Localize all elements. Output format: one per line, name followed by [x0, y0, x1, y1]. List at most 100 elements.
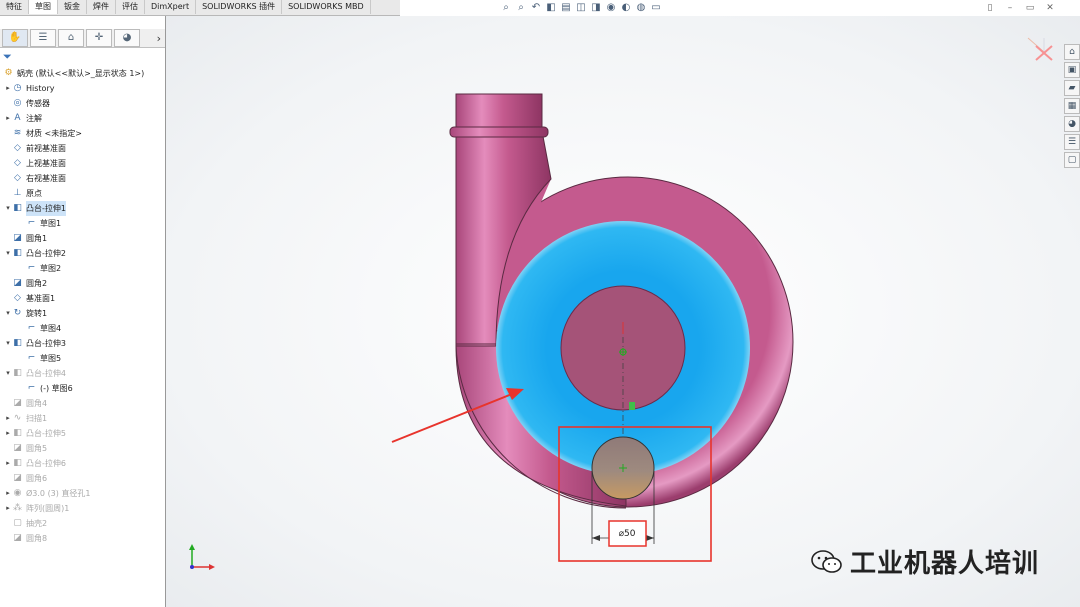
expand-toggle-icon[interactable]: ▾: [4, 366, 12, 381]
dimension-text[interactable]: ⌀50: [619, 529, 636, 539]
zoom-area-icon[interactable]: ⌕: [515, 2, 527, 14]
tree-item[interactable]: ◪ 圆角6: [0, 471, 165, 486]
command-tab[interactable]: SOLIDWORKS 插件: [196, 0, 283, 14]
feature-manager-tabs: ✋ ☰ ⌂ ✛ ◕ ›: [0, 29, 165, 48]
tree-item[interactable]: ▢ 抽壳2: [0, 516, 165, 531]
expand-toggle-icon[interactable]: ▸: [4, 501, 12, 516]
tree-item-label: 凸台-拉伸2: [26, 249, 66, 258]
command-tab[interactable]: 草图: [29, 0, 58, 14]
tree-item-label: 草图1: [40, 219, 62, 228]
palette-icon[interactable]: ▦: [1064, 98, 1080, 114]
close-icon[interactable]: ✕: [1044, 3, 1056, 13]
expand-toggle-icon[interactable]: ▾: [4, 201, 12, 216]
tree-item[interactable]: ◪ 圆角4: [0, 396, 165, 411]
command-tab[interactable]: 焊件: [87, 0, 116, 14]
heads-up-view-toolbar: ⌕ ⌕ ↶ ◧ ▤ ◫ ◨ ◉ ◐ ◍ ▭: [500, 2, 662, 16]
tree-item[interactable]: ⌐ (-) 草图6: [0, 381, 165, 396]
tree-item-label: 凸台-拉伸6: [26, 459, 66, 468]
tree-item[interactable]: ▸ ⁂ 阵列(圆周)1: [0, 501, 165, 516]
tree-item[interactable]: ◇ 前视基准面: [0, 141, 165, 156]
model-canvas[interactable]: ⌀50: [166, 16, 1080, 607]
dynamic-annotation-icon[interactable]: ▤: [560, 2, 572, 14]
custom-properties-icon[interactable]: ☰: [1064, 134, 1080, 150]
tree-item[interactable]: ◪ 圆角5: [0, 441, 165, 456]
command-tab[interactable]: 评估: [116, 0, 145, 14]
tree-item[interactable]: ◇ 基准面1: [0, 291, 165, 306]
expand-toggle-icon[interactable]: ▸: [4, 411, 12, 426]
apply-scene-icon[interactable]: ◍: [635, 2, 647, 14]
tree-item[interactable]: ▸ A 注解: [0, 111, 165, 126]
tree-item-label: 草图4: [40, 324, 62, 333]
previous-view-icon[interactable]: ↶: [530, 2, 542, 14]
tree-item[interactable]: ▾ ↻ 旋转1: [0, 306, 165, 321]
filter-icon[interactable]: ⏷: [3, 50, 12, 64]
tree-item[interactable]: ⊥ 原点: [0, 186, 165, 201]
tree-item[interactable]: ▸ ◧ 凸台-拉伸5: [0, 426, 165, 441]
appearance-icon[interactable]: ◕: [1064, 116, 1080, 132]
property-manager-tab[interactable]: ☰: [30, 29, 56, 47]
tree-item[interactable]: ≋ 材质 <未指定>: [0, 126, 165, 141]
tree-item-label: 传感器: [26, 99, 50, 108]
watermark: 工业机器人培训: [810, 543, 1039, 580]
command-tab[interactable]: 特征: [0, 0, 29, 14]
view-settings-icon[interactable]: ▭: [650, 2, 662, 14]
tree-item[interactable]: ◇ 右视基准面: [0, 171, 165, 186]
part-icon[interactable]: ▣: [1064, 62, 1080, 78]
command-tab[interactable]: SOLIDWORKS MBD: [282, 0, 371, 14]
tree-root[interactable]: ⚙ 蜗壳 (默认<<默认>_显示状态 1>): [0, 66, 165, 81]
tree-item[interactable]: ▾ ◧ 凸台-拉伸1: [0, 201, 165, 216]
expand-toggle-icon[interactable]: ▸: [4, 486, 12, 501]
tree-item[interactable]: ▾ ◧ 凸台-拉伸4: [0, 366, 165, 381]
folder-icon[interactable]: ▰: [1064, 80, 1080, 96]
command-tab[interactable]: DimXpert: [145, 0, 197, 14]
maximize-icon[interactable]: ▭: [1024, 3, 1036, 13]
expand-toggle-icon[interactable]: ▾: [4, 336, 12, 351]
wechat-icon: [811, 549, 842, 573]
tree-item[interactable]: ▸ ◉ Ø3.0 (3) 直径孔1: [0, 486, 165, 501]
hide-show-icon[interactable]: ◉: [605, 2, 617, 14]
tree-item[interactable]: ⌐ 草图1: [0, 216, 165, 231]
tree-item[interactable]: ▸ ◷ History: [0, 81, 165, 96]
home-icon[interactable]: ⌂: [1064, 44, 1080, 60]
display-manager-tab[interactable]: ◕: [114, 29, 140, 47]
display-style-icon[interactable]: ◨: [590, 2, 602, 14]
view-orientation-icon[interactable]: ◫: [575, 2, 587, 14]
feature-manager-tab[interactable]: ✋: [2, 29, 28, 47]
tree-item-label: Ø3.0 (3) 直径孔1: [26, 489, 91, 498]
tree-item[interactable]: ⌐ 草图5: [0, 351, 165, 366]
tree-item[interactable]: ▸ ◧ 凸台-拉伸6: [0, 456, 165, 471]
tree-item[interactable]: ◪ 圆角2: [0, 276, 165, 291]
expand-toggle-icon[interactable]: ▸: [4, 111, 12, 126]
expand-toggle-icon[interactable]: ▸: [4, 81, 12, 96]
tree-item[interactable]: ◪ 圆角1: [0, 231, 165, 246]
tree-item[interactable]: ◪ 圆角8: [0, 531, 165, 546]
tree-item[interactable]: ◎ 传感器: [0, 96, 165, 111]
configuration-manager-tab[interactable]: ⌂: [58, 29, 84, 47]
command-tab[interactable]: 钣金: [58, 0, 87, 14]
material-icon: ≋: [13, 128, 22, 138]
expand-toggle-icon[interactable]: ▸: [4, 426, 12, 441]
tree-item[interactable]: ⌐ 草图2: [0, 261, 165, 276]
expand-toggle-icon[interactable]: ▾: [4, 246, 12, 261]
expand-toggle-icon[interactable]: ▸: [4, 456, 12, 471]
tree-item[interactable]: ▸ ∿ 扫描1: [0, 411, 165, 426]
task-pane-tabs: ⌂ ▣ ▰ ▦ ◕ ☰ ▢: [1064, 44, 1080, 168]
expand-panel-icon[interactable]: ›: [157, 32, 161, 45]
section-view-icon[interactable]: ◧: [545, 2, 557, 14]
tree-item-label: 凸台-拉伸1: [26, 201, 66, 216]
tree-item-label: 右视基准面: [26, 174, 66, 183]
dimxpert-manager-tab[interactable]: ✛: [86, 29, 112, 47]
graphics-viewport[interactable]: ⌀50 ⌂ ▣ ▰ ▦ ◕ ☰ ▢: [166, 16, 1080, 607]
tree-item[interactable]: ⌐ 草图4: [0, 321, 165, 336]
tree-item[interactable]: ▾ ◧ 凸台-拉伸2: [0, 246, 165, 261]
minimize-icon[interactable]: –: [1004, 3, 1016, 13]
tree-item[interactable]: ◇ 上视基准面: [0, 156, 165, 171]
view-triad: [189, 544, 215, 570]
restore-icon[interactable]: ▯: [984, 3, 996, 13]
forum-icon[interactable]: ▢: [1064, 152, 1080, 168]
tree-item[interactable]: ▾ ◧ 凸台-拉伸3: [0, 336, 165, 351]
expand-toggle-icon[interactable]: ▾: [4, 306, 12, 321]
zoom-fit-icon[interactable]: ⌕: [500, 2, 512, 14]
extrude-icon: ◧: [13, 248, 22, 258]
edit-appearance-icon[interactable]: ◐: [620, 2, 632, 14]
